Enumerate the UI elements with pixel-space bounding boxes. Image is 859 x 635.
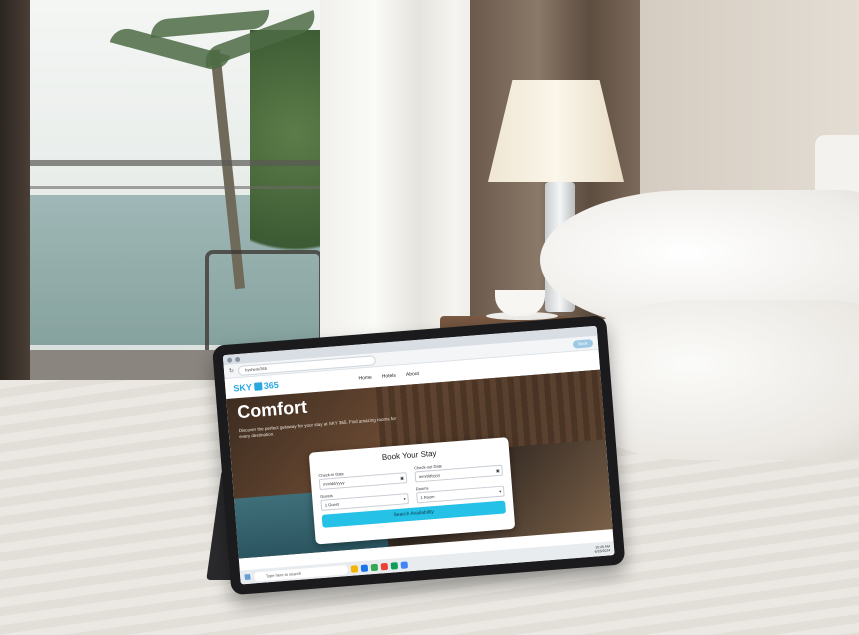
hero-banner: Comfort Discover the perfect getaway for… (226, 369, 613, 559)
door-frame (0, 0, 30, 400)
reload-icon[interactable]: ↻ (229, 367, 234, 374)
calendar-icon[interactable]: ▣ (496, 466, 500, 475)
taskbar-clock[interactable]: 10:45 AM 6/18/2024 (594, 544, 611, 554)
chevron-down-icon: ▾ (403, 496, 406, 502)
nav-links: Home Hotels About (358, 371, 419, 382)
hero-title: Comfort (236, 396, 308, 423)
checkout-field: Check-out Date mm/dd/yyyy ▣ (414, 459, 504, 483)
app-icon[interactable] (370, 563, 378, 571)
checkin-field: Check-in Date mm/dd/yyyy ▣ (318, 466, 408, 490)
nav-link-home[interactable]: Home (358, 375, 372, 382)
taskbar-search[interactable]: Type here to search (253, 564, 348, 581)
browser-action-button[interactable]: Book (572, 338, 594, 349)
checkout-value: mm/dd/yyyy (418, 472, 441, 480)
app-icon[interactable] (380, 562, 388, 570)
chevron-down-icon: ▾ (499, 488, 502, 494)
balcony-railing (30, 186, 330, 189)
logo-text: SKY (233, 382, 253, 394)
tablet: ↻ hyshere/365 Book SKY 365 Home Hotels A… (212, 315, 626, 596)
logo-mark-icon (253, 382, 263, 391)
hotel-room-scene: ↻ hyshere/365 Book SKY 365 Home Hotels A… (0, 0, 859, 635)
booking-card: Book Your Stay Check-in Date mm/dd/yyyy ▣… (308, 437, 516, 545)
balcony-railing (30, 160, 330, 166)
app-icon[interactable] (400, 560, 408, 569)
start-icon[interactable]: ▦ (244, 573, 251, 581)
app-icon[interactable] (390, 561, 398, 570)
nav-link-hotels[interactable]: Hotels (382, 373, 397, 380)
guests-field: Guests 1 Guest ▾ (320, 487, 410, 511)
guests-value: 1 Guest (324, 501, 340, 508)
rooms-field: Rooms 1 Room ▾ (416, 480, 505, 504)
app-icon[interactable] (350, 564, 358, 573)
tab-icon[interactable] (234, 356, 241, 362)
clock-date: 6/18/2024 (594, 548, 611, 554)
app-icon[interactable] (360, 563, 368, 572)
tab-icon[interactable] (226, 356, 233, 363)
nav-link-about[interactable]: About (406, 371, 420, 378)
rooms-value: 1 Room (420, 494, 435, 501)
taskbar-search-text: Type here to search (265, 570, 302, 578)
tablet-screen: ↻ hyshere/365 Book SKY 365 Home Hotels A… (222, 325, 615, 585)
site-logo[interactable]: SKY 365 (233, 380, 279, 394)
calendar-icon[interactable]: ▣ (400, 473, 404, 482)
checkin-value: mm/dd/yyyy (322, 480, 345, 487)
logo-number: 365 (263, 379, 280, 392)
